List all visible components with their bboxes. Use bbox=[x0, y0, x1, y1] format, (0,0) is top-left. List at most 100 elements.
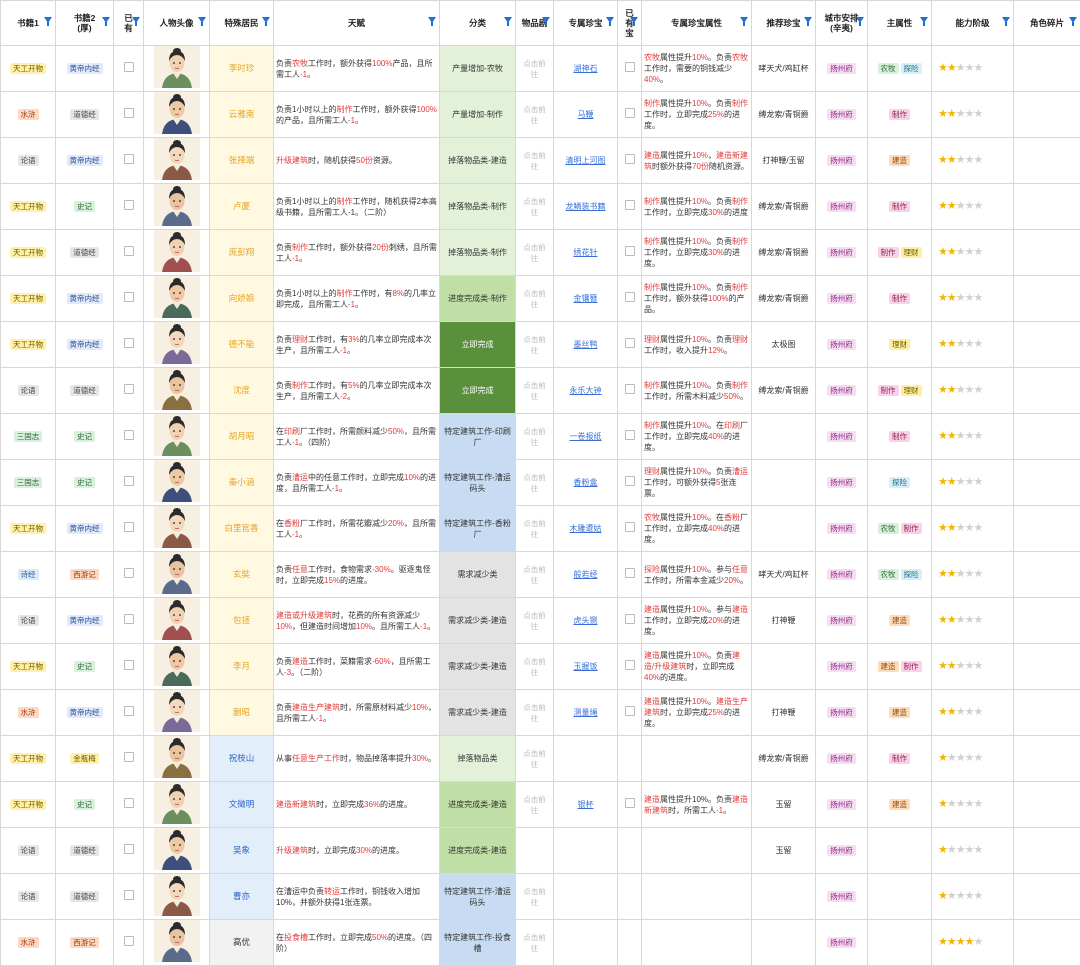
owned-treasure-checkbox[interactable] bbox=[625, 246, 635, 256]
item-link-cell[interactable]: 点击前往 bbox=[516, 920, 554, 966]
owned-checkbox[interactable] bbox=[124, 246, 134, 256]
owned-treasure-checkbox[interactable] bbox=[625, 338, 635, 348]
owned-checkbox[interactable] bbox=[124, 154, 134, 164]
owned-treasure-checkbox[interactable] bbox=[625, 430, 635, 440]
owned-checkbox[interactable] bbox=[124, 614, 134, 624]
filter-icon[interactable] bbox=[102, 17, 110, 23]
owned-checkbox[interactable] bbox=[124, 752, 134, 762]
owned-checkbox[interactable] bbox=[124, 200, 134, 210]
treasure-link[interactable]: 清明上河图 bbox=[566, 156, 606, 165]
treasure-link[interactable]: 木雕遭姑 bbox=[570, 524, 602, 533]
item-link-cell[interactable]: 点击前往 bbox=[516, 46, 554, 92]
owned-checkbox[interactable] bbox=[124, 292, 134, 302]
item-link-cell[interactable]: 点击前往 bbox=[516, 782, 554, 828]
item-link[interactable]: 点击前往 bbox=[523, 59, 546, 79]
owned-treasure-checkbox[interactable] bbox=[625, 476, 635, 486]
owned-treasure-checkbox[interactable] bbox=[625, 292, 635, 302]
item-link-cell[interactable]: 点击前往 bbox=[516, 368, 554, 414]
treasure-link[interactable]: 永乐大钟 bbox=[570, 386, 602, 395]
filter-icon[interactable] bbox=[542, 17, 550, 23]
filter-icon[interactable] bbox=[630, 17, 638, 23]
owned-checkbox[interactable] bbox=[124, 844, 134, 854]
item-link[interactable]: 点击前往 bbox=[523, 611, 546, 631]
col-main-attr[interactable]: 主属性 bbox=[868, 1, 932, 46]
col-book1[interactable]: 书籍1 bbox=[1, 1, 56, 46]
col-owned-treasure[interactable]: 已有宝 bbox=[618, 1, 642, 46]
owned-checkbox[interactable] bbox=[124, 890, 134, 900]
item-link[interactable]: 点击前往 bbox=[523, 565, 546, 585]
owned-checkbox[interactable] bbox=[124, 338, 134, 348]
owned-checkbox[interactable] bbox=[124, 568, 134, 578]
item-link[interactable]: 点击前往 bbox=[523, 887, 546, 907]
treasure-link[interactable]: 香粉盒 bbox=[574, 478, 598, 487]
item-link-cell[interactable]: 点击前往 bbox=[516, 506, 554, 552]
owned-treasure-checkbox[interactable] bbox=[625, 798, 635, 808]
treasure-link[interactable]: 般若经 bbox=[574, 570, 598, 579]
owned-checkbox[interactable] bbox=[124, 108, 134, 118]
filter-icon[interactable] bbox=[740, 17, 748, 23]
item-link-cell[interactable]: 点击前往 bbox=[516, 874, 554, 920]
col-talent[interactable]: 天赋 bbox=[274, 1, 440, 46]
col-category[interactable]: 分类 bbox=[440, 1, 516, 46]
item-link-cell[interactable]: 点击前往 bbox=[516, 276, 554, 322]
owned-checkbox[interactable] bbox=[124, 384, 134, 394]
filter-icon[interactable] bbox=[1002, 17, 1010, 23]
filter-icon[interactable] bbox=[804, 17, 812, 23]
filter-icon[interactable] bbox=[504, 17, 512, 23]
treasure-link[interactable]: 金镶簪 bbox=[574, 294, 598, 303]
item-link-cell[interactable]: 点击前往 bbox=[516, 138, 554, 184]
filter-icon[interactable] bbox=[920, 17, 928, 23]
item-link[interactable]: 点击前往 bbox=[523, 749, 546, 769]
owned-checkbox[interactable] bbox=[124, 798, 134, 808]
filter-icon[interactable] bbox=[198, 17, 206, 23]
owned-treasure-checkbox[interactable] bbox=[625, 154, 635, 164]
filter-icon[interactable] bbox=[262, 17, 270, 23]
item-link[interactable]: 点击前往 bbox=[523, 795, 546, 815]
filter-icon[interactable] bbox=[44, 17, 52, 23]
col-fragments[interactable]: 角色碎片 bbox=[1014, 1, 1080, 46]
item-link-cell[interactable] bbox=[516, 828, 554, 874]
filter-icon[interactable] bbox=[428, 17, 436, 23]
owned-checkbox[interactable] bbox=[124, 62, 134, 72]
item-link[interactable]: 点击前往 bbox=[523, 703, 546, 723]
treasure-link[interactable]: 虎头铡 bbox=[574, 616, 598, 625]
owned-checkbox[interactable] bbox=[124, 936, 134, 946]
item-link-cell[interactable]: 点击前往 bbox=[516, 690, 554, 736]
item-link[interactable]: 点击前往 bbox=[523, 933, 546, 953]
owned-checkbox[interactable] bbox=[124, 476, 134, 486]
col-treasure[interactable]: 专属珍宝 bbox=[554, 1, 618, 46]
filter-icon[interactable] bbox=[1069, 17, 1077, 23]
item-link[interactable]: 点击前往 bbox=[523, 381, 546, 401]
item-link[interactable]: 点击前往 bbox=[523, 657, 546, 677]
owned-treasure-checkbox[interactable] bbox=[625, 200, 635, 210]
treasure-link[interactable]: 绣花针 bbox=[574, 248, 598, 257]
treasure-link[interactable]: 马鞭 bbox=[578, 110, 594, 119]
col-item-tab[interactable]: 物品剧 bbox=[516, 1, 554, 46]
treasure-link[interactable]: 墨丝鸭 bbox=[574, 340, 598, 349]
treasure-link[interactable]: 银杯 bbox=[578, 800, 594, 809]
item-link-cell[interactable]: 点击前往 bbox=[516, 414, 554, 460]
owned-checkbox[interactable] bbox=[124, 522, 134, 532]
owned-treasure-checkbox[interactable] bbox=[625, 108, 635, 118]
item-link-cell[interactable]: 点击前往 bbox=[516, 552, 554, 598]
filter-icon[interactable] bbox=[606, 17, 614, 23]
item-link[interactable]: 点击前往 bbox=[523, 105, 546, 125]
treasure-link[interactable]: 测量绳 bbox=[574, 708, 598, 717]
filter-icon[interactable] bbox=[132, 17, 140, 23]
owned-treasure-checkbox[interactable] bbox=[625, 706, 635, 716]
treasure-link[interactable]: 龙鳞装书籍 bbox=[566, 202, 606, 211]
col-resident[interactable]: 特殊居民 bbox=[210, 1, 274, 46]
owned-checkbox[interactable] bbox=[124, 430, 134, 440]
item-link-cell[interactable]: 点击前往 bbox=[516, 736, 554, 782]
owned-treasure-checkbox[interactable] bbox=[625, 384, 635, 394]
item-link[interactable]: 点击前往 bbox=[523, 197, 546, 217]
item-link-cell[interactable]: 点击前往 bbox=[516, 644, 554, 690]
item-link-cell[interactable]: 点击前往 bbox=[516, 322, 554, 368]
item-link[interactable]: 点击前往 bbox=[523, 519, 546, 539]
item-link[interactable]: 点击前往 bbox=[523, 335, 546, 355]
col-ability[interactable]: 能力阶级 bbox=[932, 1, 1014, 46]
treasure-link[interactable]: 玉握饭 bbox=[574, 662, 598, 671]
owned-treasure-checkbox[interactable] bbox=[625, 522, 635, 532]
owned-treasure-checkbox[interactable] bbox=[625, 568, 635, 578]
owned-treasure-checkbox[interactable] bbox=[625, 614, 635, 624]
